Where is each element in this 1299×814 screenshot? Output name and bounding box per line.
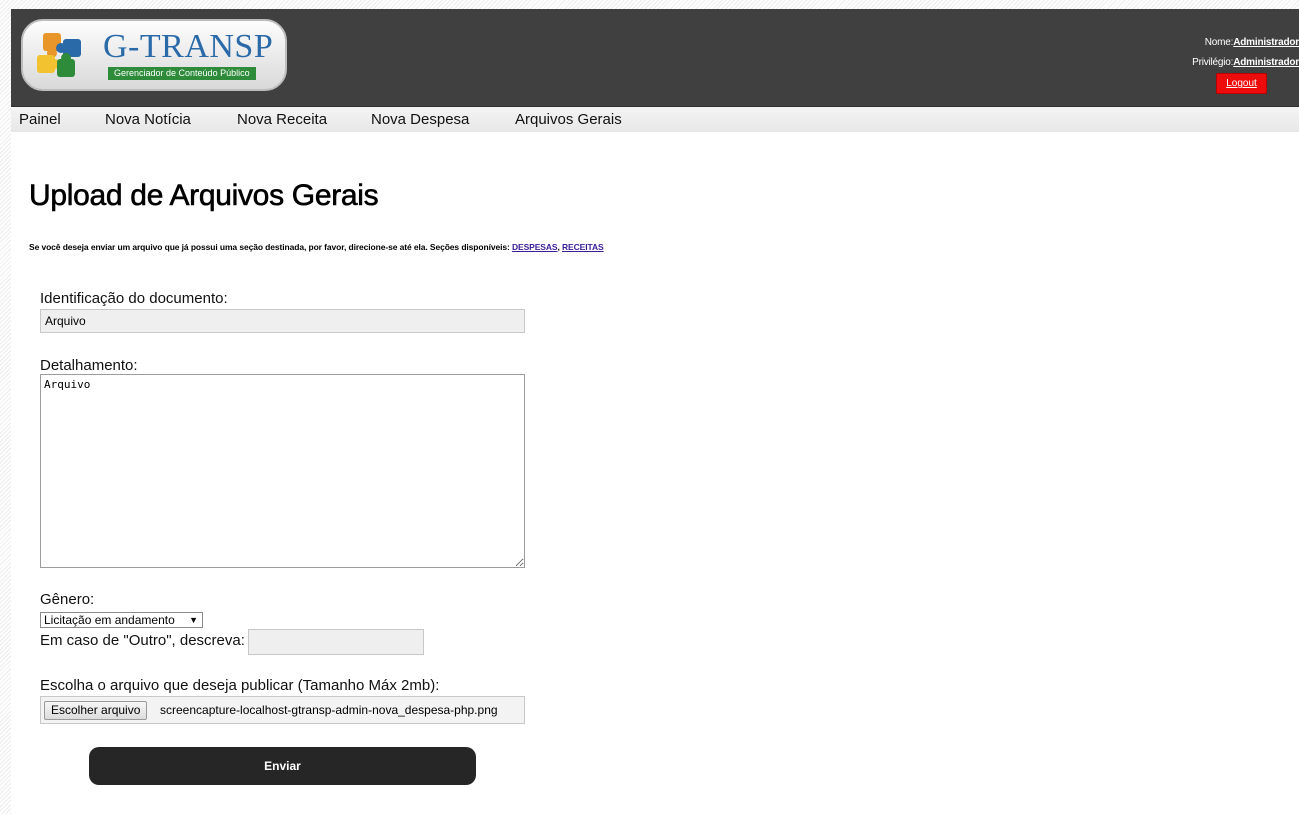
logo-subtitle: Gerenciador de Conteúdo Público [108,67,256,80]
info-message: Se você deseja enviar um arquivo que já … [29,242,512,252]
privilege-label: Privilégio: [1192,57,1234,68]
dropdown-arrow-icon: ▼ [189,615,198,625]
privilege-link[interactable]: Administrador [1233,57,1299,68]
genre-label: Gênero: [40,591,95,608]
genre-select[interactable]: Licitação em andamento ▼ [40,612,203,628]
nav-item-nova-receita[interactable]: Nova Receita [237,107,327,133]
nav-item-nova-despesa[interactable]: Nova Despesa [371,107,469,133]
detail-textarea[interactable]: Arquivo [40,374,525,568]
identification-label: Identificação do documento: [40,290,228,307]
page: G-TRANSP Gerenciador de Conteúdo Público… [11,9,1299,814]
nav-bar: Painel Nova Notícia Nova Receita Nova De… [11,107,1299,132]
user-name-link[interactable]: Administrador [1233,37,1299,48]
logo-title: G-TRANSP [103,28,274,65]
other-description-input[interactable] [248,629,424,655]
file-name: screencapture-localhost-gtransp-admin-no… [160,703,498,717]
submit-button[interactable]: Enviar [89,747,476,785]
detail-label: Detalhamento: [40,357,138,374]
name-label: Nome: [1204,37,1234,48]
file-input[interactable]: Escolher arquivo screencapture-localhost… [40,696,525,724]
user-privilege-row: Privilégio:Administrador [1192,53,1299,73]
puzzle-logo-icon [37,33,81,77]
file-label: Escolha o arquivo que deseja publicar (T… [40,677,440,694]
info-text: Se você deseja enviar um arquivo que já … [29,242,604,252]
identification-input[interactable] [40,309,525,333]
link-despesas[interactable]: DESPESAS [512,242,558,252]
nav-item-nova-noticia[interactable]: Nova Notícia [105,107,191,133]
page-title: Upload de Arquivos Gerais [29,179,379,213]
nav-item-arquivos-gerais[interactable]: Arquivos Gerais [515,107,622,133]
logo[interactable]: G-TRANSP Gerenciador de Conteúdo Público [21,19,287,91]
user-info: Nome:Administrador Privilégio:Administra… [1192,33,1299,73]
choose-file-button[interactable]: Escolher arquivo [44,701,148,720]
user-name-row: Nome:Administrador [1192,33,1299,53]
nav-item-painel[interactable]: Painel [19,107,61,133]
header: G-TRANSP Gerenciador de Conteúdo Público… [11,9,1299,107]
logout-button[interactable]: Logout [1216,73,1267,94]
other-label: Em caso de "Outro", descreva: [40,632,245,649]
link-receitas[interactable]: RECEITAS [562,242,604,252]
genre-selected-value: Licitação em andamento [44,613,175,627]
